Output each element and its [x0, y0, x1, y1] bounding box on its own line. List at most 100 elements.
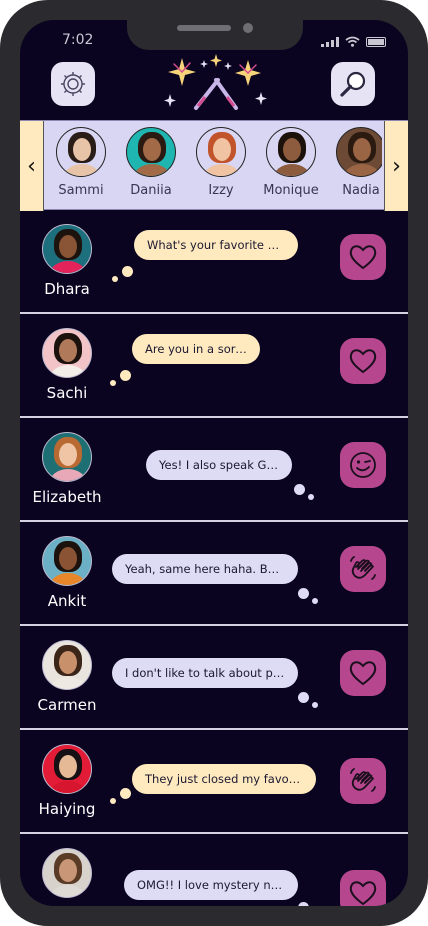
reaction-button[interactable] [340, 546, 386, 592]
profile-photo [126, 127, 176, 177]
profile-photo [266, 127, 316, 177]
profile-name: Sammi [58, 183, 104, 198]
portrait-face [213, 138, 231, 161]
phone-frame: 7:02 ‹ Sammi Daniia Izzy Monique Nadia ›… [0, 0, 428, 926]
heart-icon [348, 659, 378, 687]
sender-name: Ankit [47, 592, 87, 610]
carousel-profile[interactable]: Daniia [116, 127, 186, 198]
portrait-shoulders [273, 164, 311, 176]
message-row[interactable]: Sachi Are you in a sorority? [20, 314, 408, 418]
carousel-profile[interactable]: Izzy [186, 127, 256, 198]
avatar[interactable] [42, 432, 92, 482]
device-notch [127, 20, 303, 50]
portrait-shoulders [203, 164, 241, 176]
thought-dot [120, 370, 131, 381]
avatar[interactable] [42, 848, 92, 898]
message-row[interactable]: OMG!! I love mystery novels!! [20, 834, 408, 906]
reaction-button[interactable] [340, 758, 386, 804]
heart-icon [348, 879, 378, 906]
settings-button[interactable] [51, 62, 95, 106]
reaction-button[interactable] [340, 234, 386, 280]
portrait-face [143, 138, 161, 161]
avatar[interactable] [42, 536, 92, 586]
carousel-prev-button[interactable]: ‹ [20, 121, 44, 211]
wave-icon [347, 553, 379, 585]
profile-photo [196, 127, 246, 177]
thought-dot [294, 484, 305, 495]
thought-bubble[interactable]: What's your favorite movie? [134, 230, 298, 260]
thought-bubble[interactable]: Yeah, same here haha. But I… [112, 554, 298, 584]
profile-name: Monique [263, 183, 319, 198]
sender-name: Haiying [38, 800, 96, 818]
profile-photo [56, 127, 106, 177]
chevron-left-icon: ‹ [27, 153, 36, 179]
chevron-right-icon: › [392, 153, 401, 179]
thought-dot [312, 598, 318, 604]
reaction-button[interactable] [340, 650, 386, 696]
wifi-icon [345, 36, 360, 47]
thought-dot [298, 902, 309, 906]
portrait-face [59, 859, 77, 882]
portrait-shoulders [133, 164, 171, 176]
message-row[interactable]: Haiying They just closed my favorite r… [20, 730, 408, 834]
portrait-face [59, 755, 77, 778]
avatar[interactable] [42, 744, 92, 794]
portrait-shoulders [343, 164, 381, 176]
message-row[interactable]: Elizabeth Yes! I also speak German [20, 418, 408, 522]
portrait-shoulders [49, 365, 87, 377]
gear-icon [61, 72, 85, 96]
thought-dot [120, 788, 131, 799]
heart-icon [348, 347, 378, 375]
profile-name: Izzy [208, 183, 234, 198]
message-row[interactable]: Carmen I don't like to talk about polit… [20, 626, 408, 730]
signal-icon [321, 36, 339, 47]
thought-bubble[interactable]: Yes! I also speak German [146, 450, 292, 480]
portrait-face [73, 138, 91, 161]
carousel-profile[interactable]: Sammi [46, 127, 116, 198]
sender-name: Carmen [37, 696, 97, 714]
portrait-face [283, 138, 301, 161]
message-row[interactable]: Dhara What's your favorite movie? [20, 210, 408, 314]
thought-dot [312, 702, 318, 708]
profile-photo [336, 127, 382, 177]
portrait-face [59, 651, 77, 674]
thought-dot [298, 692, 309, 703]
sender-name: Elizabeth [32, 488, 102, 506]
carousel-next-button[interactable]: › [384, 121, 408, 211]
carousel-profile[interactable]: Nadia [326, 127, 382, 198]
portrait-shoulders [49, 885, 87, 897]
status-icons [321, 36, 386, 47]
thought-bubble[interactable]: I don't like to talk about polit… [112, 658, 298, 688]
carousel-profile[interactable]: Monique [256, 127, 326, 198]
thought-bubble[interactable]: They just closed my favorite r… [132, 764, 316, 794]
front-camera [243, 23, 253, 33]
avatar[interactable] [42, 224, 92, 274]
avatar[interactable] [42, 640, 92, 690]
thought-bubble[interactable]: OMG!! I love mystery novels!! [124, 870, 298, 900]
battery-icon [366, 36, 386, 47]
sender-name: Sachi [46, 384, 88, 402]
carousel-track: Sammi Daniia Izzy Monique Nadia [46, 127, 382, 207]
portrait-shoulders [49, 469, 87, 481]
thought-bubble[interactable]: Are you in a sorority? [132, 334, 260, 364]
portrait-face [59, 339, 77, 362]
portrait-shoulders [49, 261, 87, 273]
reaction-button[interactable] [340, 870, 386, 906]
reaction-button[interactable] [340, 442, 386, 488]
avatar[interactable] [42, 328, 92, 378]
profile-carousel[interactable]: ‹ Sammi Daniia Izzy Monique Nadia › [20, 120, 408, 211]
wink-icon [348, 450, 378, 480]
speaker [177, 25, 231, 31]
heart-icon [348, 243, 378, 271]
portrait-shoulders [49, 573, 87, 585]
thought-dot [110, 798, 116, 804]
thought-dot [112, 276, 118, 282]
thought-dot [298, 588, 309, 599]
thought-dot [110, 380, 116, 386]
message-row[interactable]: Ankit Yeah, same here haha. But I… [20, 522, 408, 626]
reaction-button[interactable] [340, 338, 386, 384]
search-button[interactable] [331, 62, 375, 106]
portrait-shoulders [63, 164, 101, 176]
portrait-face [59, 235, 77, 258]
portrait-face [353, 138, 371, 161]
